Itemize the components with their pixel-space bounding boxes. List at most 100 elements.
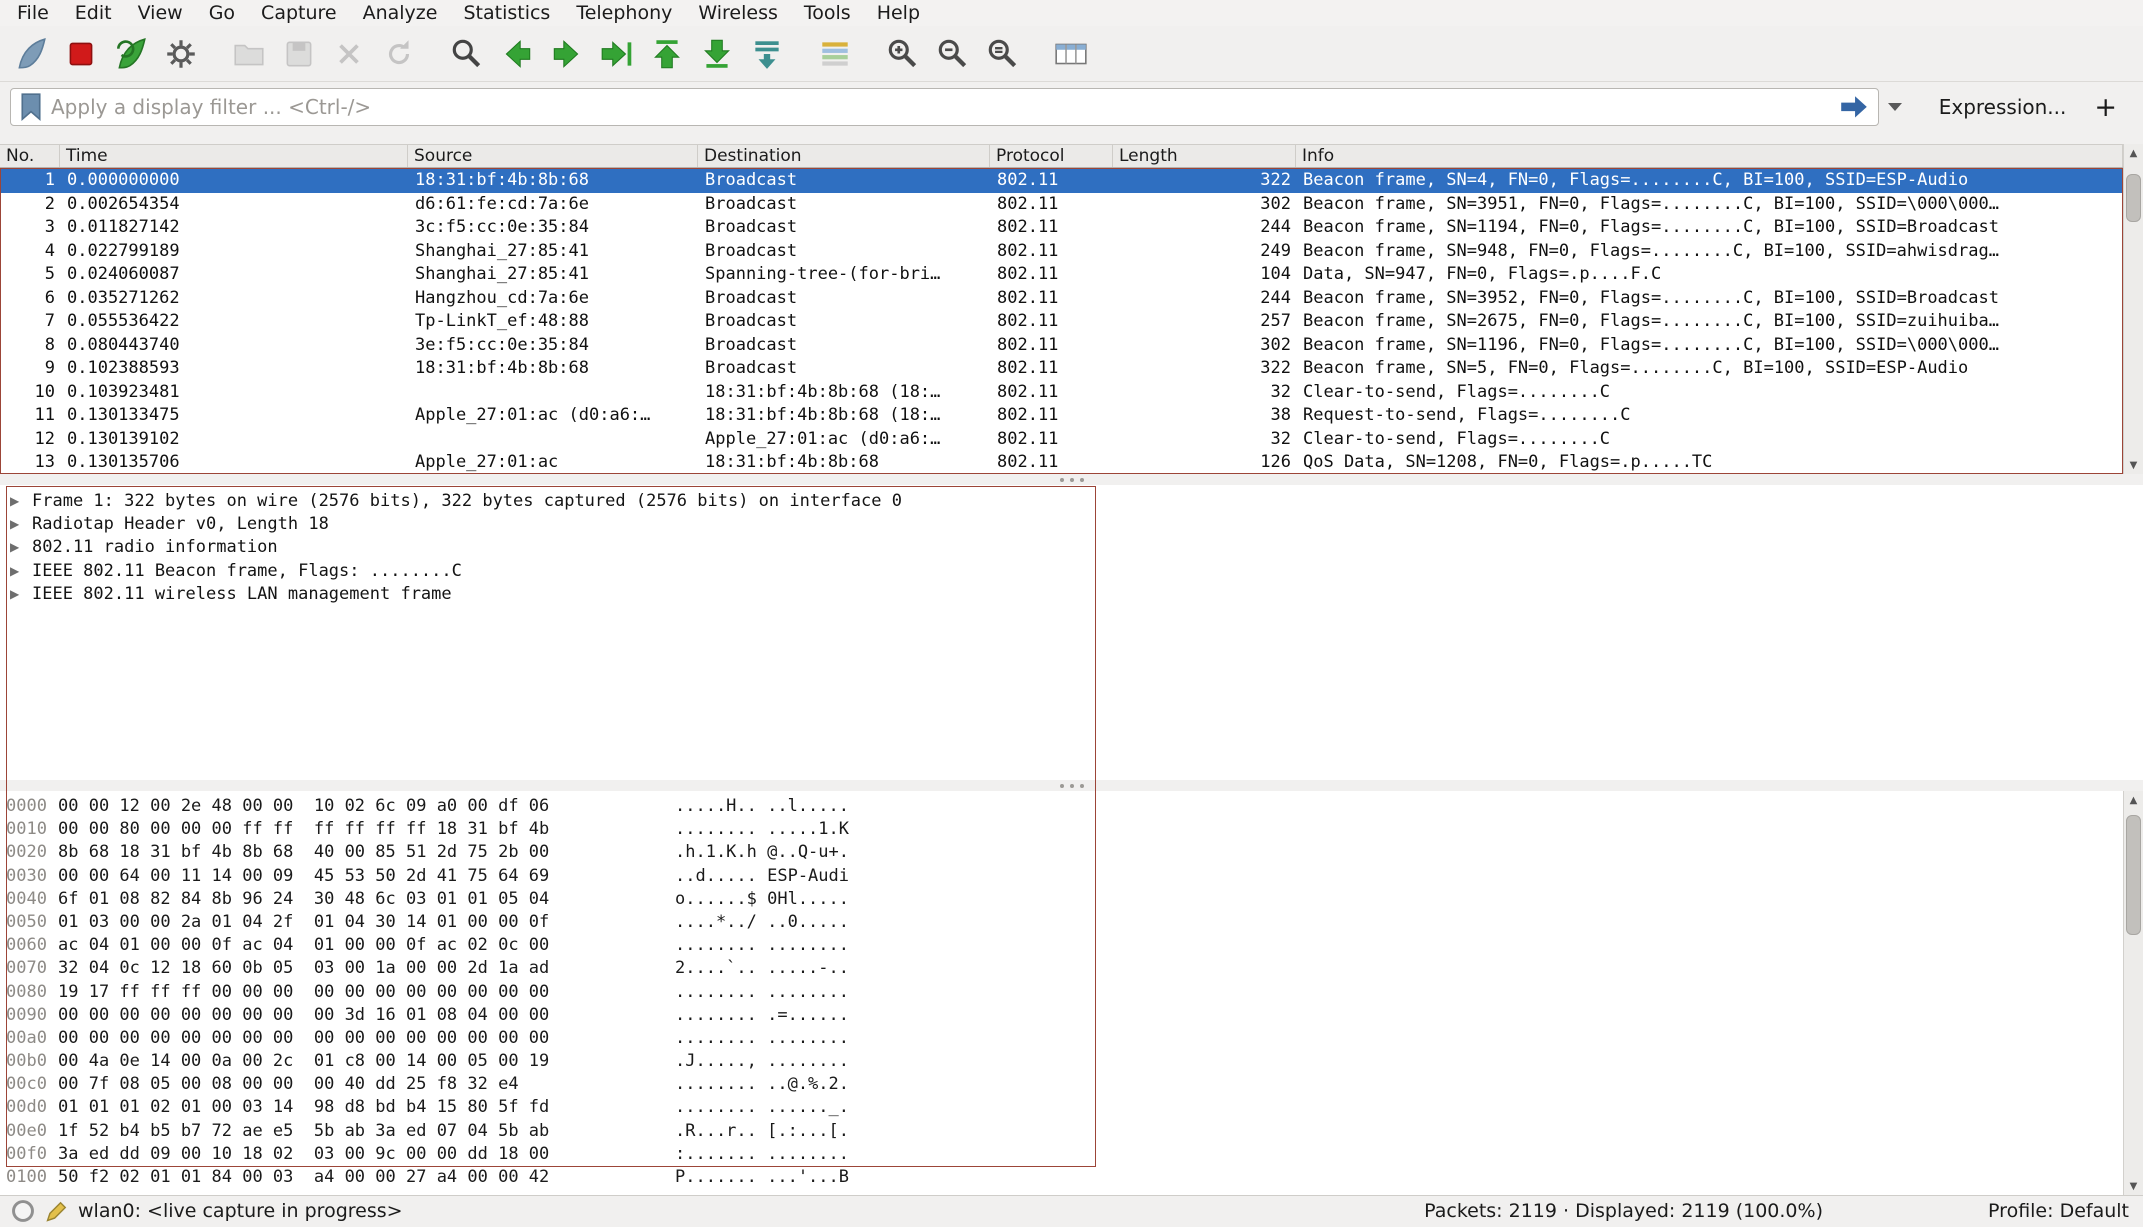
hex-row[interactable]: 003000 00 64 00 11 14 00 09 45 53 50 2d … <box>0 865 2143 888</box>
expand-arrow-icon[interactable]: ▶ <box>10 564 32 578</box>
hex-row[interactable]: 008019 17 ff ff ff 00 00 00 00 00 00 00 … <box>0 981 2143 1004</box>
packet-row[interactable]: 80.0804437403e:f5:cc:0e:35:84Broadcast80… <box>1 334 2122 358</box>
menu-analyze[interactable]: Analyze <box>350 0 451 26</box>
expand-arrow-icon[interactable]: ▶ <box>10 494 32 508</box>
expert-info-icon[interactable] <box>10 1199 36 1223</box>
detail-row[interactable]: ▶IEEE 802.11 Beacon frame, Flags: ......… <box>0 559 2143 582</box>
packet-row[interactable]: 10.00000000018:31:bf:4b:8b:68Broadcast80… <box>1 169 2122 193</box>
hex-row[interactable]: 0060ac 04 01 00 00 0f ac 04 01 00 00 0f … <box>0 934 2143 957</box>
detail-row[interactable]: ▶Frame 1: 322 bytes on wire (2576 bits),… <box>0 489 2143 512</box>
packet-row[interactable]: 120.130139102Apple_27:01:ac (d0:a6:…802.… <box>1 428 2122 452</box>
scrollbar-track[interactable] <box>2124 162 2143 456</box>
hex-row[interactable]: 009000 00 00 00 00 00 00 00 00 3d 16 01 … <box>0 1004 2143 1027</box>
detail-row[interactable]: ▶Radiotap Header v0, Length 18 <box>0 512 2143 535</box>
menu-edit[interactable]: Edit <box>62 0 125 26</box>
start-capture-button[interactable] <box>6 30 56 78</box>
hex-row[interactable]: 00406f 01 08 82 84 8b 96 24 30 48 6c 03 … <box>0 888 2143 911</box>
colorize-packets-button[interactable] <box>810 30 860 78</box>
packet-row[interactable]: 40.022799189Shanghai_27:85:41Broadcast80… <box>1 240 2122 264</box>
expand-arrow-icon[interactable]: ▶ <box>10 540 32 554</box>
hex-row[interactable]: 005001 03 00 00 2a 01 04 2f 01 04 30 14 … <box>0 911 2143 934</box>
column-header-destination[interactable]: Destination <box>698 145 990 167</box>
restart-capture-button[interactable] <box>106 30 156 78</box>
menu-file[interactable]: File <box>4 0 62 26</box>
column-header-length[interactable]: Length <box>1113 145 1296 167</box>
hex-row[interactable]: 000000 00 12 00 2e 48 00 00 10 02 6c 09 … <box>0 795 2143 818</box>
column-header-no[interactable]: No. <box>0 145 60 167</box>
packet-row[interactable]: 100.10392348118:31:bf:4b:8b:68 (18:…802.… <box>1 381 2122 405</box>
scrollbar-track[interactable] <box>2124 809 2143 1177</box>
display-filter-field[interactable] <box>10 88 1879 126</box>
go-back-button[interactable] <box>492 30 542 78</box>
packet-row[interactable]: 20.002654354d6:61:fe:cd:7a:6eBroadcast80… <box>1 193 2122 217</box>
hex-row[interactable]: 00f03a ed dd 09 00 10 18 02 03 00 9c 00 … <box>0 1143 2143 1166</box>
stop-capture-button[interactable] <box>56 30 106 78</box>
open-file-button[interactable] <box>224 30 274 78</box>
scroll-down-arrow-icon[interactable]: ▼ <box>2124 1177 2143 1195</box>
detail-row[interactable]: ▶802.11 radio information <box>0 536 2143 559</box>
save-file-button[interactable] <box>274 30 324 78</box>
auto-scroll-button[interactable] <box>742 30 792 78</box>
capture-comment-icon[interactable] <box>44 1199 70 1223</box>
packet-row[interactable]: 70.055536422Tp-LinkT_ef:48:88Broadcast80… <box>1 310 2122 334</box>
go-first-button[interactable] <box>642 30 692 78</box>
column-header-info[interactable]: Info <box>1296 145 2123 167</box>
profile-selector[interactable]: Profile: Default <box>1823 1200 2143 1222</box>
hex-dump-scrollbar[interactable]: ▲ ▼ <box>2123 791 2143 1195</box>
capture-options-button[interactable] <box>156 30 206 78</box>
menu-capture[interactable]: Capture <box>248 0 350 26</box>
packet-row[interactable]: 50.024060087Shanghai_27:85:41Spanning-tr… <box>1 263 2122 287</box>
menu-telephony[interactable]: Telephony <box>563 0 685 26</box>
close-file-button[interactable] <box>324 30 374 78</box>
add-filter-button[interactable]: + <box>2094 92 2117 123</box>
packet-row[interactable]: 60.035271262Hangzhou_cd:7a:6eBroadcast80… <box>1 287 2122 311</box>
pane-splitter-top[interactable] <box>0 474 2143 485</box>
packet-row[interactable]: 130.130135706Apple_27:01:ac18:31:bf:4b:8… <box>1 451 2122 474</box>
scrollbar-thumb[interactable] <box>2126 815 2141 935</box>
display-filter-input[interactable] <box>43 95 1838 119</box>
scroll-down-arrow-icon[interactable]: ▼ <box>2124 456 2143 474</box>
packet-row[interactable]: 30.0118271423c:f5:cc:0e:35:84Broadcast80… <box>1 216 2122 240</box>
column-header-source[interactable]: Source <box>408 145 698 167</box>
menu-view[interactable]: View <box>125 0 196 26</box>
scroll-up-arrow-icon[interactable]: ▲ <box>2124 144 2143 162</box>
menu-tools[interactable]: Tools <box>791 0 864 26</box>
detail-row[interactable]: ▶IEEE 802.11 wireless LAN management fra… <box>0 583 2143 606</box>
expression-button[interactable]: Expression... <box>1939 95 2067 119</box>
hex-row[interactable]: 00e01f 52 b4 b5 b7 72 ae e5 5b ab 3a ed … <box>0 1120 2143 1143</box>
hex-row[interactable]: 00d001 01 01 02 01 00 03 14 98 d8 bd b4 … <box>0 1096 2143 1119</box>
column-header-time[interactable]: Time <box>60 145 408 167</box>
expand-arrow-icon[interactable]: ▶ <box>10 587 32 601</box>
zoom-out-button[interactable] <box>928 30 978 78</box>
filter-dropdown-caret[interactable] <box>1879 88 1911 126</box>
filter-apply-arrow-icon[interactable] <box>1838 93 1870 121</box>
expand-arrow-icon[interactable]: ▶ <box>10 517 32 531</box>
hex-row[interactable]: 010050 f2 02 01 01 84 00 03 a4 00 00 27 … <box>0 1166 2143 1189</box>
hex-row[interactable]: 001000 00 80 00 00 00 ff ff ff ff ff ff … <box>0 818 2143 841</box>
reload-file-button[interactable] <box>374 30 424 78</box>
find-packet-button[interactable] <box>442 30 492 78</box>
pane-splitter-bottom[interactable] <box>0 780 2143 791</box>
hex-row[interactable]: 007032 04 0c 12 18 60 0b 05 03 00 1a 00 … <box>0 957 2143 980</box>
hex-row[interactable]: 00c000 7f 08 05 00 08 00 00 00 40 dd 25 … <box>0 1073 2143 1096</box>
go-last-button[interactable] <box>692 30 742 78</box>
hex-row[interactable]: 00208b 68 18 31 bf 4b 8b 68 40 00 85 51 … <box>0 841 2143 864</box>
hex-row[interactable]: 00b000 4a 0e 14 00 0a 00 2c 01 c8 00 14 … <box>0 1050 2143 1073</box>
zoom-in-button[interactable] <box>878 30 928 78</box>
menu-help[interactable]: Help <box>864 0 933 26</box>
go-to-packet-button[interactable] <box>592 30 642 78</box>
packet-list-scrollbar[interactable]: ▲ ▼ <box>2123 144 2143 474</box>
resize-columns-button[interactable] <box>1046 30 1096 78</box>
scrollbar-thumb[interactable] <box>2126 174 2141 222</box>
go-forward-button[interactable] <box>542 30 592 78</box>
packet-row[interactable]: 110.130133475Apple_27:01:ac (d0:a6:…18:3… <box>1 404 2122 428</box>
menu-wireless[interactable]: Wireless <box>685 0 791 26</box>
scroll-up-arrow-icon[interactable]: ▲ <box>2124 791 2143 809</box>
packet-row[interactable]: 90.10238859318:31:bf:4b:8b:68Broadcast80… <box>1 357 2122 381</box>
column-header-protocol[interactable]: Protocol <box>990 145 1113 167</box>
zoom-original-button[interactable] <box>978 30 1028 78</box>
menu-statistics[interactable]: Statistics <box>450 0 563 26</box>
hex-row[interactable]: 00a000 00 00 00 00 00 00 00 00 00 00 00 … <box>0 1027 2143 1050</box>
menu-go[interactable]: Go <box>196 0 248 26</box>
filter-bookmark-icon[interactable] <box>19 93 43 121</box>
